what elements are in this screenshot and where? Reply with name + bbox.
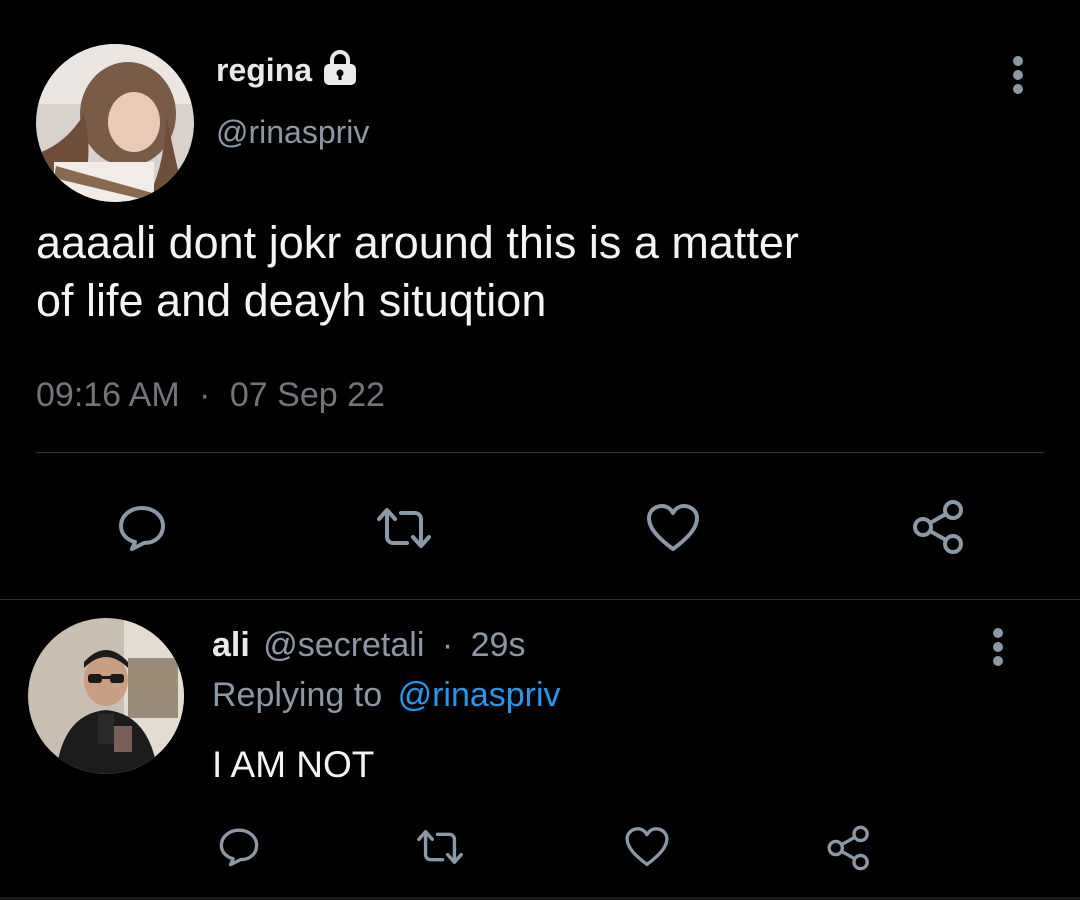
divider [36,452,1044,453]
share-icon[interactable] [906,496,972,558]
reply-icon[interactable] [112,500,172,556]
reply-separator: · [441,626,454,664]
tweet-text-line-2: of life and deayh situqtion [36,275,547,326]
reply-retweet-icon[interactable] [408,824,472,870]
display-name[interactable]: regina [216,52,312,89]
reply-display-name[interactable]: ali [212,626,250,664]
tweet-divider [0,599,1080,600]
user-handle[interactable]: @rinaspriv [216,114,369,151]
timestamp-separator: · [199,376,211,414]
more-vertical-icon[interactable] [1000,52,1036,98]
reply-heart-icon[interactable] [620,824,674,870]
reply-header: ali @secretali · 29s [212,626,525,665]
tweet-time: 09:16 AM [36,376,180,414]
retweet-icon[interactable] [366,500,442,556]
tweet-date: 07 Sep 22 [229,376,385,414]
tweet-timestamp[interactable]: 09:16 AM · 07 Sep 22 [36,376,385,415]
replying-prefix: Replying to [212,676,383,714]
replying-to: Replying to @rinaspriv [212,676,561,715]
reply-share-icon[interactable] [822,822,876,874]
replying-handle-link[interactable]: @rinaspriv [398,676,561,714]
lock-icon [320,49,360,91]
avatar[interactable] [36,44,194,202]
reply-avatar[interactable] [28,618,184,774]
reply-user-handle[interactable]: @secretali [263,626,424,664]
tweet-text-line-1: aaaali dont jokr around this is a matter [36,217,799,268]
reply-text: I AM NOT [212,744,375,785]
reply-more-vertical-icon[interactable] [980,624,1016,670]
tweet-text: aaaali dont jokr around this is a matter… [36,214,1046,330]
heart-icon[interactable] [640,500,706,556]
reply-reply-icon[interactable] [214,824,264,870]
reply-age: 29s [470,626,526,664]
